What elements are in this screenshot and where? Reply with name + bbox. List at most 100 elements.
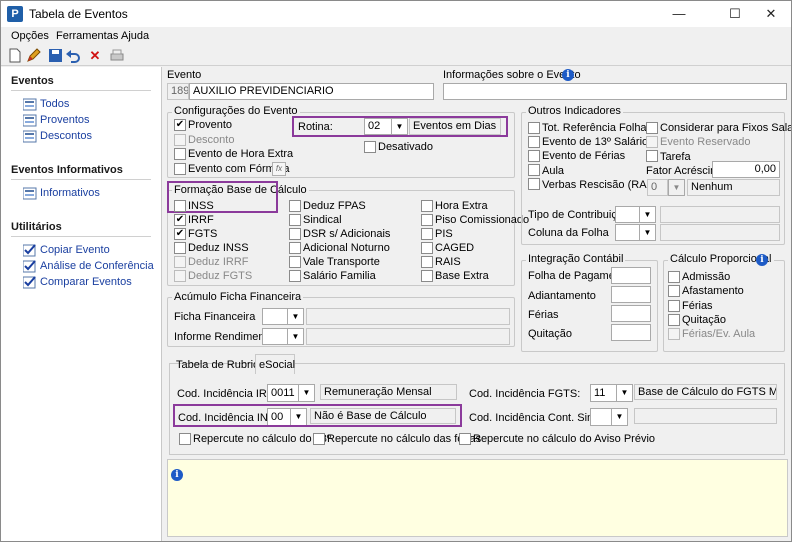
- ficha-dropdown-chevron-icon[interactable]: ▼: [287, 308, 304, 325]
- repercute-aviso-checkbox[interactable]: [459, 433, 471, 445]
- close-button[interactable]: ✕: [749, 1, 791, 27]
- base-extra-label: Base Extra: [435, 270, 489, 282]
- sindical-dropdown-chevron-icon[interactable]: ▼: [611, 408, 628, 426]
- admissao-checkbox[interactable]: [668, 271, 680, 283]
- dsr-checkbox[interactable]: [289, 228, 301, 240]
- hora-extra-base-checkbox[interactable]: [421, 200, 433, 212]
- irrf-checkbox[interactable]: ✔: [174, 214, 186, 226]
- ferias-int-label: Férias: [528, 309, 559, 321]
- coluna-folha-dropdown-chevron-icon[interactable]: ▼: [639, 224, 656, 241]
- tarefa-checkbox[interactable]: [646, 150, 658, 162]
- sindical-incidencia-field[interactable]: [590, 408, 612, 426]
- menu-ferramentas[interactable]: Ferramentas: [56, 30, 118, 42]
- ferias-int-field[interactable]: [611, 305, 651, 322]
- fgts-incidencia-field[interactable]: 11: [590, 384, 617, 402]
- inss-checkbox[interactable]: [174, 200, 186, 212]
- irrf-dropdown-chevron-icon[interactable]: ▼: [298, 384, 315, 402]
- irrf-label: IRRF: [188, 214, 214, 226]
- hora-extra-base-label: Hora Extra: [435, 200, 488, 212]
- evento-ferias-checkbox[interactable]: [528, 150, 540, 162]
- ficha-financeira-field[interactable]: [262, 308, 288, 325]
- adiantamento-field[interactable]: [611, 286, 651, 303]
- rais-checkbox[interactable]: [421, 256, 433, 268]
- adicional-noturno-checkbox[interactable]: [289, 242, 301, 254]
- fixos-salariais-checkbox[interactable]: [646, 122, 658, 134]
- evento-name-field[interactable]: AUXILIO PREVIDENCIARIO: [189, 83, 434, 100]
- irrf-incidencia-field[interactable]: 0011: [267, 384, 299, 402]
- undo-icon[interactable]: [65, 48, 81, 64]
- sindical-checkbox[interactable]: [289, 214, 301, 226]
- edit-icon[interactable]: [25, 48, 41, 64]
- aula-checkbox[interactable]: [528, 164, 540, 176]
- caged-checkbox[interactable]: [421, 242, 433, 254]
- menu-ajuda[interactable]: Ajuda: [121, 30, 149, 42]
- salario-familia-checkbox[interactable]: [289, 270, 301, 282]
- minimize-button[interactable]: —: [657, 1, 701, 27]
- pis-checkbox[interactable]: [421, 228, 433, 240]
- fgts-dropdown-chevron-icon[interactable]: ▼: [616, 384, 633, 402]
- adicional-noturno-label: Adicional Noturno: [303, 242, 390, 254]
- tipo-contribuicao-field[interactable]: [615, 206, 640, 223]
- deduz-inss-checkbox[interactable]: [174, 242, 186, 254]
- info-evento-field[interactable]: [443, 83, 787, 100]
- deduz-irrf-label: Deduz IRRF: [188, 256, 249, 268]
- menu-opcoes[interactable]: Opções: [11, 30, 49, 42]
- verbas-dropdown-chevron-icon[interactable]: ▼: [668, 179, 685, 196]
- formula-checkbox[interactable]: [174, 163, 186, 175]
- inss-label: INSS: [188, 200, 214, 212]
- config-group-title: Configurações do Evento: [172, 105, 300, 117]
- informe-rendimentos-field[interactable]: [262, 328, 288, 345]
- folha-pagamento-field[interactable]: [611, 267, 651, 284]
- base-extra-checkbox[interactable]: [421, 270, 433, 282]
- evento-reservado-checkbox[interactable]: [646, 136, 658, 148]
- informe-dropdown-chevron-icon[interactable]: ▼: [287, 328, 304, 345]
- repercute-13-label: Repercute no cálculo do 13º: [193, 433, 331, 445]
- print-icon[interactable]: [109, 48, 125, 64]
- save-icon[interactable]: [47, 48, 63, 64]
- quitacao-prop-checkbox[interactable]: [668, 314, 680, 326]
- main-panel: Evento 189 AUXILIO PREVIDENCIARIO Inform…: [163, 67, 791, 541]
- repercute-13-checkbox[interactable]: [179, 433, 191, 445]
- desativado-checkbox[interactable]: [364, 141, 376, 153]
- sidebar-heading-utilitarios: Utilitários: [11, 221, 62, 233]
- sidebar-heading-informativos: Eventos Informativos: [11, 164, 123, 176]
- formula-fx-icon[interactable]: fx: [272, 162, 286, 176]
- tot-referencia-label: Tot. Referência Folha: [542, 122, 647, 134]
- fgts-checkbox[interactable]: ✔: [174, 228, 186, 240]
- info-icon[interactable]: i: [562, 69, 574, 81]
- delete-icon[interactable]: ✕: [87, 48, 103, 64]
- provento-checkbox[interactable]: ✔: [174, 119, 186, 131]
- coluna-folha-field[interactable]: [615, 224, 640, 241]
- hora-extra-checkbox[interactable]: [174, 148, 186, 160]
- ficha-financeira-value: [306, 308, 510, 325]
- evento-reservado-label: Evento Reservado: [660, 136, 751, 148]
- evento-code: 189: [167, 83, 189, 100]
- vale-transporte-checkbox[interactable]: [289, 256, 301, 268]
- tab-esocial[interactable]: eSocial: [259, 359, 295, 371]
- verbas-rescisao-checkbox[interactable]: [528, 178, 540, 190]
- quitacao-int-field[interactable]: [611, 324, 651, 341]
- list-icon: [23, 130, 37, 143]
- afastamento-checkbox[interactable]: [668, 285, 680, 297]
- sidebar-heading-eventos: Eventos: [11, 75, 54, 87]
- tipo-contrib-dropdown-chevron-icon[interactable]: ▼: [639, 206, 656, 223]
- info-evento-label: Informações sobre o Evento: [443, 69, 581, 81]
- ferias-ev-aula-checkbox[interactable]: [668, 328, 680, 340]
- info-icon[interactable]: i: [756, 254, 768, 266]
- ferias-ev-aula-label: Férias/Ev. Aula: [682, 328, 756, 340]
- info-icon[interactable]: i: [171, 469, 183, 481]
- deduz-fgts-checkbox[interactable]: [174, 270, 186, 282]
- ferias-prop-checkbox[interactable]: [668, 300, 680, 312]
- tot-referencia-checkbox[interactable]: [528, 122, 540, 134]
- repercute-ferias-label: Repercute no cálculo das férias: [327, 433, 482, 445]
- desconto-checkbox[interactable]: [174, 134, 186, 146]
- fator-acrescimo-field[interactable]: 0,00: [712, 161, 780, 178]
- repercute-ferias-checkbox[interactable]: [313, 433, 325, 445]
- deduz-fpas-checkbox[interactable]: [289, 200, 301, 212]
- new-icon[interactable]: [7, 48, 23, 64]
- checkmark-icon: [23, 244, 36, 257]
- deduz-irrf-checkbox[interactable]: [174, 256, 186, 268]
- piso-comissionado-checkbox[interactable]: [421, 214, 433, 226]
- coluna-folha-label: Coluna da Folha: [528, 227, 609, 239]
- evento-13-checkbox[interactable]: [528, 136, 540, 148]
